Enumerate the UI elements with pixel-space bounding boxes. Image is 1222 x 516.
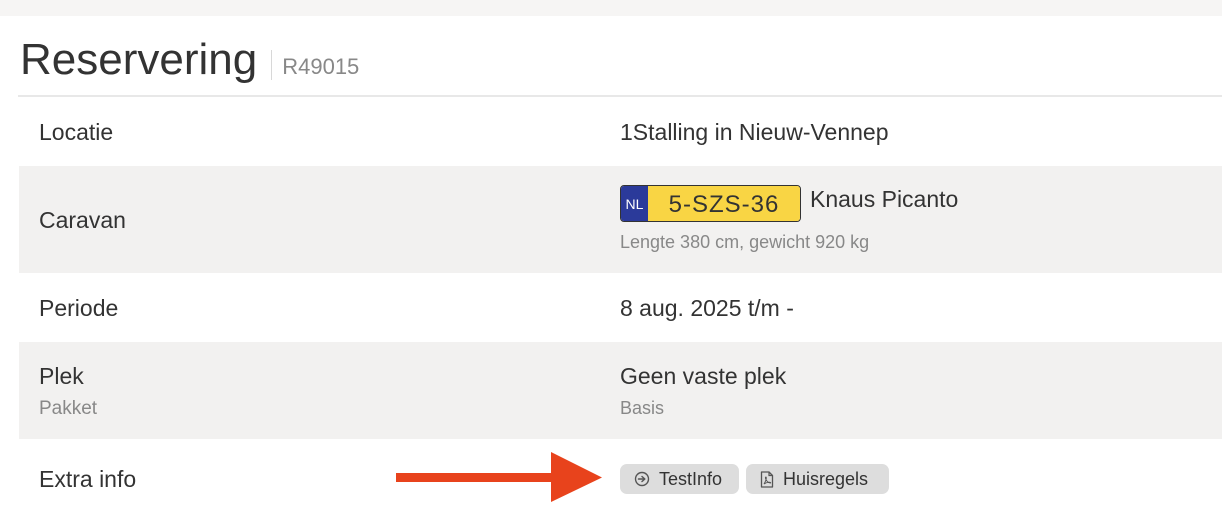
huisregels-button-label: Huisregels (783, 468, 869, 489)
extra-info-label: Extra info (39, 466, 137, 492)
page-title: Reservering (20, 35, 258, 84)
reservation-reference: R49015 (282, 54, 360, 79)
caravan-details: Lengte 380 cm, gewicht 920 kg (620, 232, 870, 252)
huisregels-button[interactable]: Huisregels (746, 464, 889, 494)
row-periode: Periode 8 aug. 2025 t/m - (19, 273, 1222, 342)
row-caravan: Caravan NL 5-SZS-36 Knaus Picanto Lengte… (19, 166, 1222, 273)
plek-value: Geen vaste plek (620, 363, 787, 389)
pdf-file-icon (760, 470, 774, 488)
row-plek: Plek Pakket Geen vaste plek Basis (19, 342, 1222, 439)
reservation-card: Reservering R49015 Locatie 1Stalling in … (0, 16, 1222, 516)
page-header: Reservering R49015 (20, 34, 359, 86)
plate-country-code: NL (621, 186, 648, 221)
locatie-value: 1Stalling in Nieuw-Vennep (620, 119, 889, 145)
caravan-label: Caravan (39, 207, 126, 233)
row-extra-info: Extra info TestInfo Huisregels (19, 439, 1222, 516)
plek-subvalue: Basis (620, 398, 665, 418)
title-divider (271, 50, 273, 80)
annotation-arrow-icon (396, 452, 602, 502)
plek-label: Plek (39, 363, 84, 389)
plek-sublabel: Pakket (39, 398, 98, 419)
plate-number: 5-SZS-36 (648, 186, 800, 221)
arrow-circle-right-icon (634, 471, 650, 487)
periode-label: Periode (39, 295, 119, 321)
locatie-label: Locatie (39, 119, 114, 145)
testinfo-button-label: TestInfo (659, 468, 723, 489)
periode-value: 8 aug. 2025 t/m - (620, 295, 794, 321)
license-plate: NL 5-SZS-36 (620, 185, 801, 222)
row-locatie: Locatie 1Stalling in Nieuw-Vennep (19, 97, 1222, 166)
testinfo-button[interactable]: TestInfo (620, 464, 739, 494)
caravan-name: Knaus Picanto (810, 186, 959, 212)
